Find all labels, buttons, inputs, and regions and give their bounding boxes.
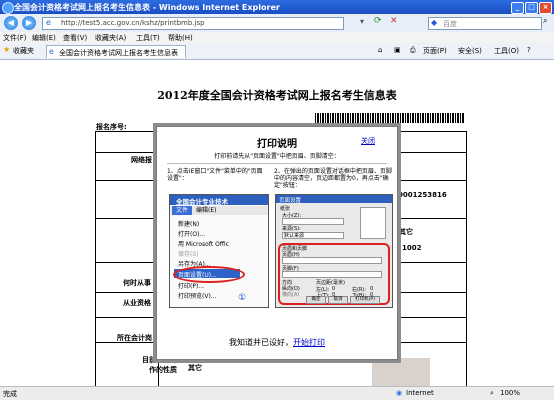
- toolbar-tools[interactable]: 工具(O): [494, 46, 519, 56]
- status-text: 完成: [3, 390, 17, 398]
- illustration-margins-label: 页边距(毫米): [316, 280, 345, 286]
- start-print-link[interactable]: 开始打印: [293, 338, 325, 347]
- search-icon[interactable]: ⌕: [543, 16, 547, 26]
- file-menu-illustration: 全国会计专业技术 文件(F) 编辑(E) 新建(N) 打开(O)... 用 Mi…: [169, 194, 269, 308]
- menu-file[interactable]: 文件(F): [3, 33, 27, 43]
- illustration-edit-menu: 编辑(E): [196, 207, 217, 214]
- toolbar-page[interactable]: 页面(P): [423, 46, 447, 56]
- back-button[interactable]: ◀: [4, 16, 18, 30]
- print-instructions-dialog: 打印说明 关闭 打印前请先从"页面设置"中把页眉、页脚清空： 1、点击IE窗口"…: [156, 126, 398, 360]
- illustration-paper-label: 纸张: [280, 206, 291, 212]
- window-title-bar: 全国会计资格考试网上报名考生信息表 - Windows Internet Exp…: [0, 0, 554, 14]
- illustration-source-label: 来源(S):: [282, 226, 301, 232]
- menu-favorites[interactable]: 收藏夹(A): [95, 33, 126, 43]
- step-2-text: 2、在弹出的页面设置对话框中把页眉、页脚中的内容清空，页边距都置为0，再点击"确…: [274, 168, 392, 189]
- menu-help[interactable]: 帮助(H): [168, 33, 193, 43]
- field-start-time: 何时从事: [123, 279, 151, 287]
- help-icon[interactable]: ?: [527, 46, 531, 54]
- favorites-bar: ★ 收藏夹 e 全国会计资格考试网上报名考生信息表 ⌂ ▣ ⎙ 页面(P) 安全…: [0, 43, 554, 60]
- illustration-menu-item: 新建(N): [178, 221, 200, 228]
- dialog-footer: 我知道并已设好，开始打印: [157, 337, 397, 348]
- illustration-header-field: [282, 257, 382, 264]
- illustration-landscape-option: 横向(A): [282, 292, 300, 298]
- feeds-icon[interactable]: ▣: [394, 46, 401, 54]
- dialog-divider: [167, 163, 387, 164]
- minimize-button[interactable]: _: [511, 2, 524, 14]
- illustration-cancel-button: 取消: [328, 296, 348, 304]
- illustration-menu-item: 打印(P)...: [178, 283, 205, 290]
- field-other-right: 其它: [399, 228, 413, 236]
- illustration-menu-item: 保存(S): [178, 251, 199, 258]
- refresh-icon[interactable]: ⟳: [374, 16, 382, 26]
- menu-tools[interactable]: 工具(T): [136, 33, 160, 43]
- illustration-menu-item: 打印预览(V)...: [178, 293, 217, 300]
- zoom-icon[interactable]: ⌕: [490, 389, 494, 398]
- zone-label: Internet: [406, 389, 434, 397]
- print-icon[interactable]: ⎙: [410, 46, 416, 55]
- maximize-button[interactable]: □: [525, 2, 538, 14]
- address-toolbar: ◀ ▶ e http://test5.acc.gov.cn/kshz/print…: [0, 14, 554, 33]
- tab-title: 全国会计资格考试网上报名考生信息表: [59, 49, 178, 57]
- field-number-2: 1002: [402, 244, 422, 252]
- favorites-button[interactable]: 收藏夹: [13, 46, 34, 56]
- barcode: [315, 113, 465, 123]
- forward-button[interactable]: ▶: [22, 16, 36, 30]
- field-number-1: 0001253816: [398, 191, 447, 199]
- baidu-icon: ◆: [431, 18, 438, 27]
- address-field[interactable]: e http://test5.acc.gov.cn/kshz/printbmb.…: [42, 17, 344, 30]
- toolbar-safety[interactable]: 安全(S): [458, 46, 482, 56]
- field-qualification: 从业资格: [123, 299, 151, 307]
- illustration-size-field: [282, 218, 344, 225]
- window-title: 全国会计资格考试网上报名考生信息表 - Windows Internet Exp…: [14, 3, 280, 12]
- step-1-text: 1、点击IE窗口"文件"菜单中的"页面设置"：: [167, 168, 263, 182]
- illustration-source-value: 默认来源: [284, 233, 305, 239]
- illustration-menubar: 文件(F) 编辑(E): [170, 206, 268, 223]
- step-number-icon: ①: [238, 293, 247, 303]
- dropdown-icon[interactable]: ▾: [360, 17, 364, 26]
- illustration-printer-button: 打印机(P): [350, 296, 380, 304]
- applicant-photo: [372, 358, 430, 386]
- dialog-intro: 打印前请先从"页面设置"中把页眉、页脚清空：: [214, 153, 340, 160]
- dialog-close-link[interactable]: 关闭: [361, 136, 375, 146]
- globe-icon: ◉: [396, 389, 403, 397]
- illustration-page-preview: [360, 207, 386, 239]
- page-icon: e: [46, 18, 51, 27]
- tab-current[interactable]: e 全国会计资格考试网上报名考生信息表: [46, 45, 186, 58]
- search-placeholder: 百度: [443, 20, 457, 28]
- menu-edit[interactable]: 编辑(E): [32, 33, 56, 43]
- address-url: http://test5.acc.gov.cn/kshz/printbmb.js…: [61, 19, 205, 27]
- menu-view[interactable]: 查看(V): [63, 33, 87, 43]
- home-icon[interactable]: ⌂: [378, 46, 382, 54]
- illustration-window-title: 全国会计专业技术: [170, 195, 268, 206]
- field-position: 所在会计岗: [117, 334, 152, 342]
- illustration-footer-field: [282, 271, 382, 278]
- zoom-level[interactable]: 100%: [500, 389, 520, 397]
- illustration-ok-button: 确定: [306, 296, 326, 304]
- field-network: 网络报: [131, 156, 152, 164]
- ie-logo-icon: [2, 2, 14, 14]
- illustration-menu-item: 用 Microsoft Offic: [178, 241, 229, 248]
- illustration-menu-item: 打开(O)...: [178, 231, 206, 238]
- page-setup-illustration: 页面设置 纸张 大小(Z): 来源(S): 默认来源 页眉和页脚 页眉(H) 页…: [275, 194, 393, 308]
- illustration-file-menu: 文件(F): [172, 206, 192, 223]
- stop-icon[interactable]: ✕: [390, 16, 398, 26]
- search-field[interactable]: ◆ 百度: [428, 17, 542, 30]
- page-heading: 2012年度全国会计资格考试网上报名考生信息表: [157, 89, 397, 102]
- tab-page-icon: e: [49, 47, 54, 56]
- star-icon[interactable]: ★: [3, 45, 10, 54]
- status-bar: 完成 ◉ Internet ⌕ 100%: [0, 386, 554, 400]
- close-window-button[interactable]: ×: [539, 2, 552, 14]
- dialog-footer-text: 我知道并已设好，: [229, 338, 293, 347]
- field-other-left: 其它: [188, 364, 202, 372]
- illustration-setup-title: 页面设置: [276, 195, 392, 204]
